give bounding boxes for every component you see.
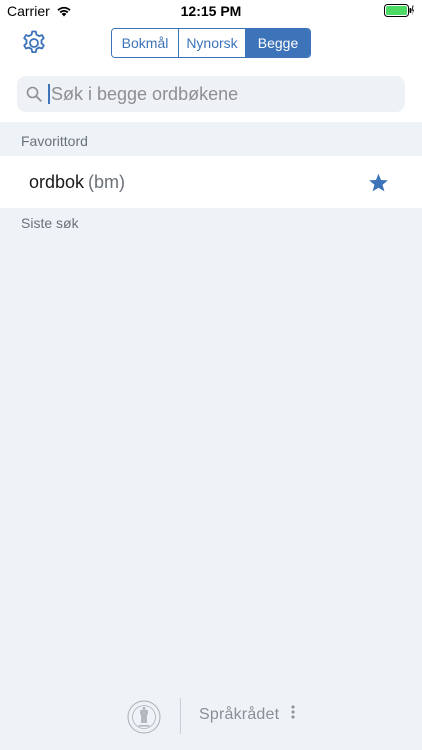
text-caret xyxy=(48,84,50,104)
recent-searches-header: Siste søk xyxy=(21,215,79,231)
settings-button[interactable] xyxy=(20,29,48,57)
footer: Språkrådet xyxy=(0,696,422,736)
segment-bokmal[interactable]: Bokmål xyxy=(112,29,178,57)
footer-divider xyxy=(180,698,181,734)
battery-icon xyxy=(384,4,414,17)
favorite-word: ordbok xyxy=(29,172,85,192)
segment-begge[interactable]: Begge xyxy=(245,29,310,57)
gear-icon xyxy=(23,30,45,53)
favorites-header: Favorittord xyxy=(21,133,88,149)
star-icon[interactable] xyxy=(368,173,389,193)
university-seal-icon xyxy=(127,700,161,734)
favorite-item[interactable]: ordbok (bm) xyxy=(0,156,422,208)
top-bar: Bokmål Nynorsk Begge xyxy=(0,22,422,66)
status-time: 12:15 PM xyxy=(180,3,242,19)
search-area xyxy=(0,66,422,122)
dictionary-segmented-control: Bokmål Nynorsk Begge xyxy=(111,28,311,58)
sprakradet-logo: Språkrådet xyxy=(199,706,280,723)
search-icon xyxy=(26,86,42,102)
search-input[interactable] xyxy=(51,83,371,105)
status-bar: Carrier 12:15 PM xyxy=(0,0,422,22)
favorite-dictionary: (bm) xyxy=(88,172,126,192)
sprakradet-dots-icon xyxy=(291,705,295,719)
segment-nynorsk[interactable]: Nynorsk xyxy=(178,29,245,57)
search-bar[interactable] xyxy=(17,76,405,112)
